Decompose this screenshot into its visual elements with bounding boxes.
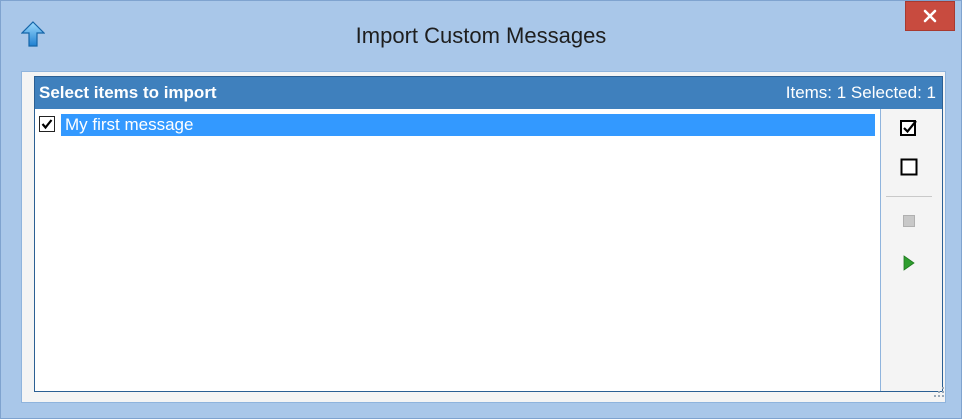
close-icon: [923, 9, 937, 23]
check-all-button[interactable]: [895, 113, 923, 141]
resize-grip-icon[interactable]: [933, 383, 945, 397]
window-content: Select items to import Items: 1 Selected…: [21, 71, 946, 403]
side-toolbar: [880, 109, 942, 391]
uncheck-all-button[interactable]: [895, 153, 923, 181]
item-checkbox[interactable]: [39, 116, 55, 132]
item-label: My first message: [61, 114, 875, 136]
checkmark-icon: [41, 119, 53, 130]
play-icon: [903, 255, 915, 271]
close-button[interactable]: [905, 1, 955, 31]
run-button[interactable]: [895, 249, 923, 277]
list-item[interactable]: My first message: [39, 114, 875, 136]
import-panel: Select items to import Items: 1 Selected…: [34, 76, 943, 392]
stop-icon: [903, 215, 915, 227]
checked-box-icon: [900, 120, 917, 136]
import-window: Import Custom Messages Select items to i…: [0, 0, 962, 419]
panel-header: Select items to import Items: 1 Selected…: [35, 77, 942, 109]
title-bar[interactable]: Import Custom Messages: [1, 1, 961, 63]
window-title: Import Custom Messages: [355, 23, 607, 48]
items-list[interactable]: My first message: [35, 109, 880, 391]
panel-caption: Select items to import: [39, 83, 217, 102]
item-counts: Items: 1 Selected: 1: [785, 83, 936, 102]
empty-box-icon: [900, 158, 918, 176]
toolbar-divider: [886, 196, 932, 197]
stop-button[interactable]: [895, 207, 923, 235]
